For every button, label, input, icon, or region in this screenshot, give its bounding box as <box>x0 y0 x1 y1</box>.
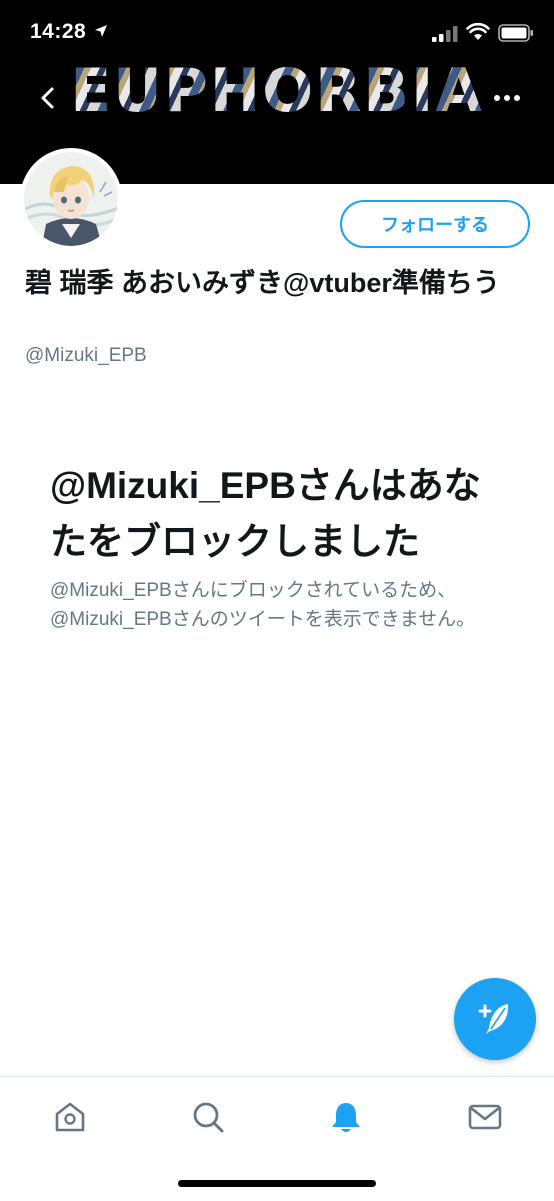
profile-display-name: 碧 瑞季 あおいみずき@vtuber準備ちう <box>25 268 500 298</box>
status-bar: 14:28 <box>0 0 554 60</box>
location-arrow-icon <box>95 25 107 37</box>
wifi-icon <box>466 22 490 40</box>
notifications-bell-icon[interactable] <box>326 1097 366 1137</box>
messages-mail-icon[interactable] <box>465 1097 505 1137</box>
blocked-message-title: @Mizuki_EPBさんはあなたをブロックしました <box>50 465 481 562</box>
search-icon[interactable] <box>188 1097 228 1137</box>
profile-avatar[interactable] <box>20 148 122 250</box>
back-chevron-icon[interactable] <box>34 84 62 112</box>
status-time: 14:28 <box>30 20 87 43</box>
blocked-message-description: @Mizuki_EPBさんにブロックされているため、@Mizuki_EPBさんの… <box>50 580 476 630</box>
home-indicator[interactable] <box>178 1180 376 1187</box>
battery-icon <box>498 24 533 42</box>
banner-text: EUPHORBIA <box>70 56 484 126</box>
follow-button[interactable]: フォローする <box>340 200 530 248</box>
compose-tweet-icon <box>478 1004 509 1034</box>
profile-handle: @Mizuki_EPB <box>25 345 147 366</box>
compose-tweet-button[interactable] <box>454 978 536 1060</box>
banner-title: EUPHORBIA <box>68 56 486 126</box>
home-icon[interactable] <box>50 1097 90 1137</box>
cellular-signal-icon <box>432 26 458 42</box>
more-options-icon[interactable] <box>492 90 522 106</box>
